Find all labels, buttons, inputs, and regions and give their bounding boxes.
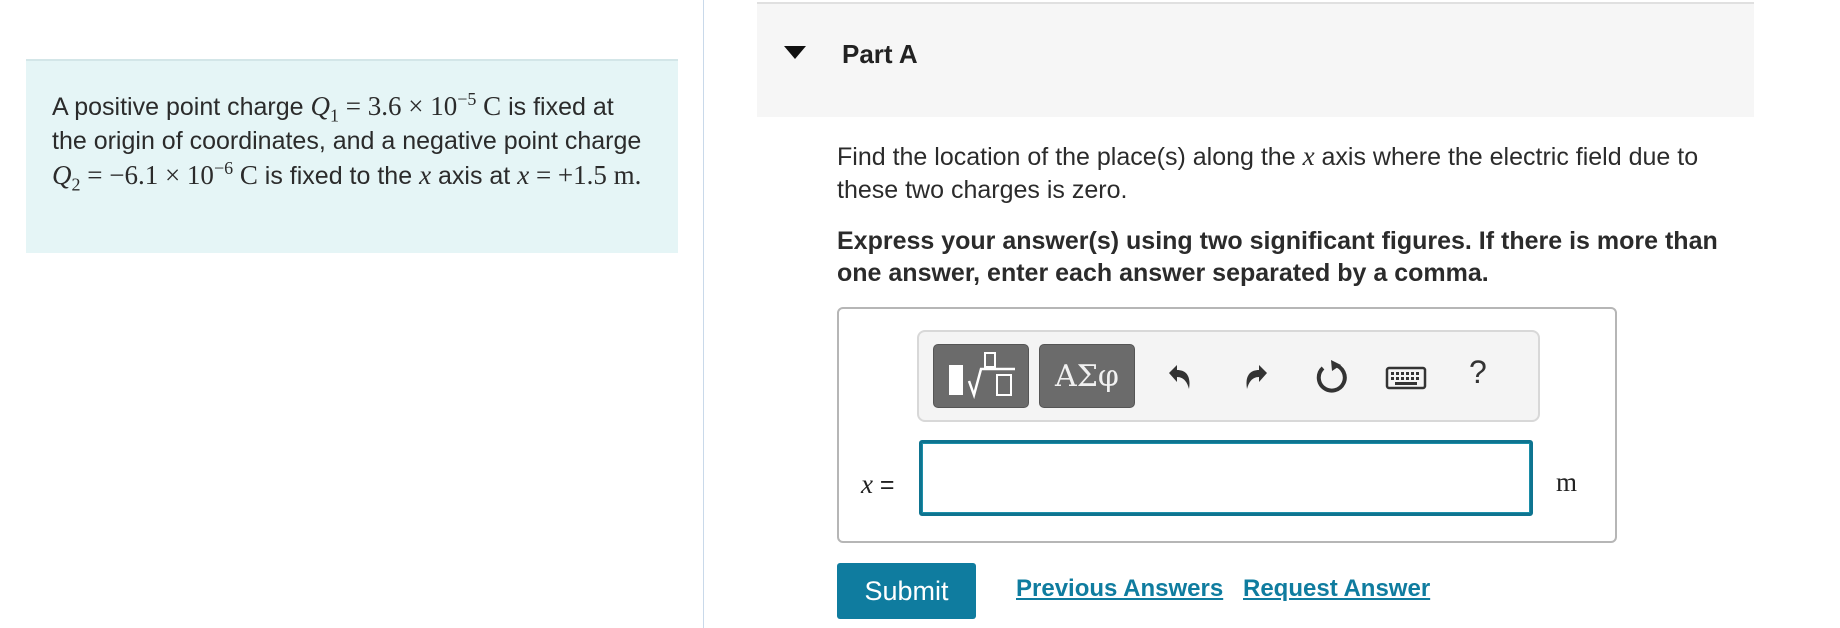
submit-button[interactable]: Submit (837, 563, 976, 619)
problem-text: A positive point charge (52, 93, 311, 121)
charge-q2: Q2 = −6.1 × 10−6 C (52, 158, 258, 195)
question-variable: x (1302, 141, 1315, 171)
previous-answers-link[interactable]: Previous Answers (1016, 575, 1223, 603)
math-toolbar: ΑΣφ ? (917, 330, 1540, 422)
greek-symbols-button[interactable]: ΑΣφ (1039, 344, 1135, 408)
part-a-header[interactable]: Part A (757, 2, 1754, 117)
part-title: Part A (842, 39, 918, 69)
collapse-caret-icon[interactable] (784, 46, 806, 59)
reset-icon[interactable] (1313, 359, 1349, 395)
position-value: x = +1.5 m. (517, 160, 642, 190)
answer-box: ΑΣφ ? x = m (837, 307, 1617, 543)
column-divider (703, 0, 704, 628)
templates-button[interactable] (933, 344, 1029, 408)
answer-unit: m (1556, 467, 1578, 497)
problem-statement: A positive point charge Q1 = 3.6 × 10−5 … (26, 59, 678, 253)
answer-input[interactable] (919, 440, 1533, 516)
templates-icon (949, 352, 1015, 400)
axis-variable: x (419, 160, 432, 190)
question-text: Find the location of the place(s) along … (837, 141, 1699, 204)
problem-text: axis at (431, 162, 518, 190)
keyboard-icon[interactable] (1385, 359, 1427, 395)
answer-variable-label: x = (861, 469, 895, 499)
problem-text: is fixed to the (257, 162, 420, 190)
charge-q1: Q1 = 3.6 × 10−5 C (310, 89, 502, 126)
request-answer-link[interactable]: Request Answer (1243, 575, 1430, 603)
answer-instruction: Express your answer(s) using two signifi… (837, 227, 1718, 287)
undo-icon[interactable] (1161, 359, 1197, 395)
help-icon[interactable]: ? (1469, 354, 1487, 391)
redo-icon[interactable] (1239, 359, 1275, 395)
